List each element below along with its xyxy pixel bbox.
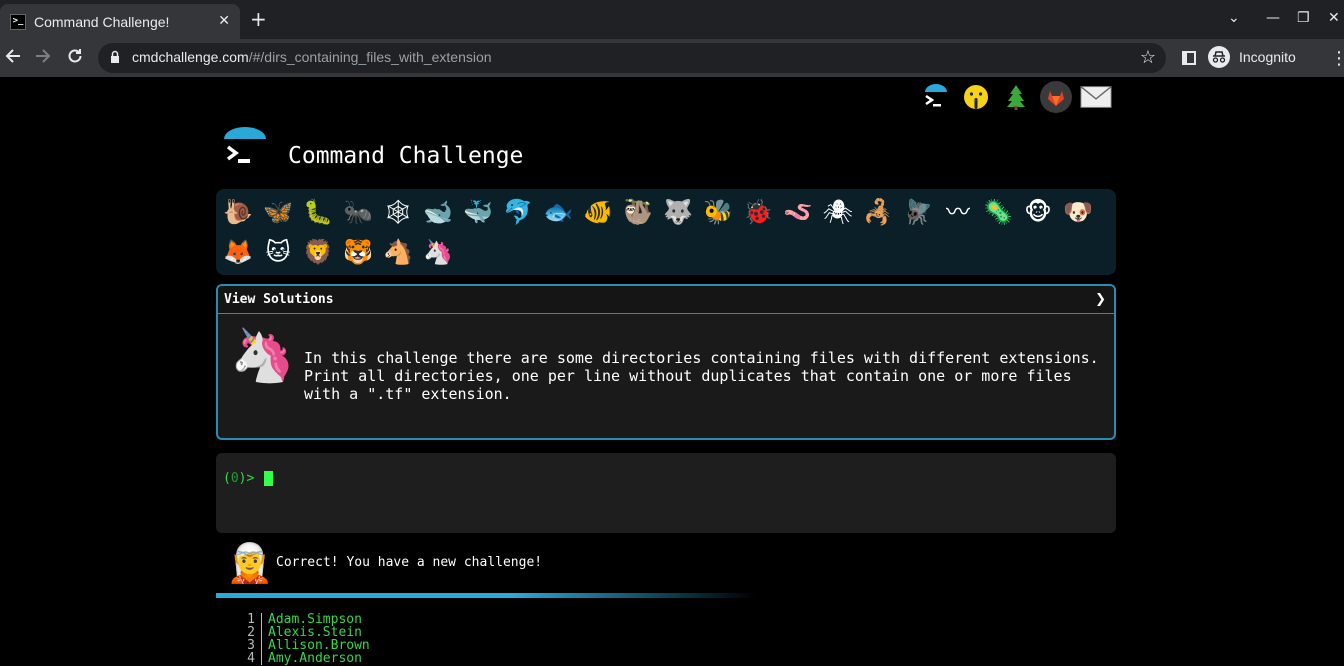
reload-button[interactable] [66, 47, 84, 70]
terminal-input[interactable]: (0)> [216, 453, 1116, 533]
leaderboard-rank: 4 [240, 652, 262, 665]
whale-icon[interactable]: 🐋 [420, 194, 456, 230]
browser-tabstrip: >_ Command Challenge! ✕ + ⌄ — ❐ ✕ [0, 0, 1344, 39]
tropical-fish-icon[interactable]: 🐠 [580, 194, 616, 230]
level-selector: 🐌 🦋 🐛 🐜 🕸 🐋 🐳 🐬 🐟 🐠 🦥 🐺 🐝 🐞 🪱 🕷 🦂 🪰 〰 🦠 🐵 🐶 🦊 🐱 🦁 🐯 🐴 🦄 [216, 189, 1116, 275]
view-solutions-toggle[interactable]: View Solutions ❯ [218, 286, 1114, 314]
status-message: Correct! You have a new challenge! [276, 555, 543, 570]
scorpion-icon[interactable]: 🦂 [860, 194, 896, 230]
wolf-icon[interactable]: 🐺 [660, 194, 696, 230]
monkey-icon[interactable]: 🐵 [1020, 194, 1056, 230]
browser-tab[interactable]: >_ Command Challenge! ✕ [0, 4, 240, 39]
ladybug-icon[interactable]: 🐞 [740, 194, 776, 230]
microbe-icon[interactable]: 🦠 [980, 194, 1016, 230]
horse-icon[interactable]: 🐴 [380, 234, 416, 270]
chevron-right-icon: ❯ [1095, 292, 1106, 307]
challenge-panel: View Solutions ❯ 🦄 In this challenge the… [216, 284, 1116, 440]
progress-divider [216, 593, 756, 598]
lock-icon[interactable] [110, 50, 120, 64]
dog-icon[interactable]: 🐶 [1060, 194, 1096, 230]
site-logo-icon[interactable] [222, 127, 268, 173]
view-solutions-label: View Solutions [224, 292, 334, 307]
tab-title: Command Challenge! [34, 13, 170, 30]
browser-menu-icon[interactable]: ⋮ [1330, 48, 1344, 69]
caterpillar-icon[interactable]: 🐛 [300, 194, 336, 230]
tab-favicon-icon: >_ [10, 13, 26, 30]
tiger-icon[interactable]: 🐯 [340, 234, 376, 270]
top-links [920, 81, 1112, 113]
cat-icon[interactable]: 🐱 [260, 234, 296, 270]
leaderboard-row: 4 Amy.Anderson [240, 652, 540, 665]
spider-web-icon[interactable]: 🕸 [380, 194, 416, 230]
incognito-icon [1208, 46, 1230, 68]
elf-avatar-icon: 🧝 [226, 541, 274, 585]
spouting-whale-icon[interactable]: 🐳 [460, 194, 496, 230]
leaderboard-list: 1 Adam.Simpson 2 Alexis.Stein 3 Allison.Brown… [240, 613, 540, 665]
back-button[interactable] [4, 47, 22, 70]
earthworm-icon[interactable]: 〰 [940, 194, 976, 230]
maximize-button[interactable]: ❐ [1297, 10, 1310, 26]
ant-icon[interactable]: 🐜 [340, 194, 376, 230]
fox-icon[interactable]: 🦊 [220, 234, 256, 270]
mail-icon[interactable] [1080, 81, 1112, 113]
snail-icon[interactable]: 🐌 [220, 194, 256, 230]
fly-icon[interactable]: 🪰 [900, 194, 936, 230]
close-window-button[interactable]: ✕ [1328, 10, 1340, 26]
butterfly-icon[interactable]: 🦋 [260, 194, 296, 230]
tree-icon[interactable] [1000, 81, 1032, 113]
cmdchallenge-icon[interactable] [920, 81, 952, 113]
tab-close-icon[interactable]: ✕ [218, 13, 230, 29]
page-content: Command Challenge 🐌 🦋 🐛 🐜 🕸 🐋 🐳 🐬 🐟 🐠 🦥 🐺 🐝 🐞 🪱 🕷 🦂 🪰 〰 🦠 🐵 🐶… [0, 77, 1344, 665]
side-panel-icon[interactable] [1182, 51, 1196, 65]
shush-face-icon[interactable] [960, 81, 992, 113]
minimize-button[interactable]: — [1266, 10, 1280, 26]
bee-icon[interactable]: 🐝 [700, 194, 736, 230]
challenge-description: In this challenge there are some directo… [304, 349, 1099, 403]
page-title[interactable]: Command Challenge [288, 143, 523, 169]
spider-icon[interactable]: 🕷 [820, 194, 856, 230]
gitlab-icon[interactable] [1040, 81, 1072, 113]
exit-code: 0 [230, 471, 239, 486]
unicorn-icon: 🦄 [230, 326, 295, 386]
leaderboard-name[interactable]: Amy.Anderson [262, 652, 362, 665]
new-tab-button[interactable]: + [250, 9, 267, 29]
url-text[interactable]: cmdchallenge.com/#/dirs_containing_files… [132, 49, 492, 65]
unicorn-icon[interactable]: 🦄 [420, 234, 456, 270]
lion-icon[interactable]: 🦁 [300, 234, 336, 270]
incognito-label: Incognito [1239, 49, 1296, 65]
terminal-cursor[interactable] [264, 471, 273, 486]
dolphin-icon[interactable]: 🐬 [500, 194, 536, 230]
tab-search-icon[interactable]: ⌄ [1228, 10, 1240, 26]
terminal-prompt: (0)> [223, 471, 255, 486]
sloth-icon[interactable]: 🦥 [620, 194, 656, 230]
incognito-indicator[interactable]: Incognito [1208, 46, 1296, 68]
address-bar[interactable]: cmdchallenge.com/#/dirs_containing_files… [98, 43, 1166, 73]
worm-icon[interactable]: 🪱 [780, 194, 816, 230]
fish-icon[interactable]: 🐟 [540, 194, 576, 230]
browser-toolbar: cmdchallenge.com/#/dirs_containing_files… [0, 39, 1344, 77]
forward-button[interactable] [34, 47, 52, 70]
bookmark-star-icon[interactable]: ☆ [1140, 47, 1156, 68]
